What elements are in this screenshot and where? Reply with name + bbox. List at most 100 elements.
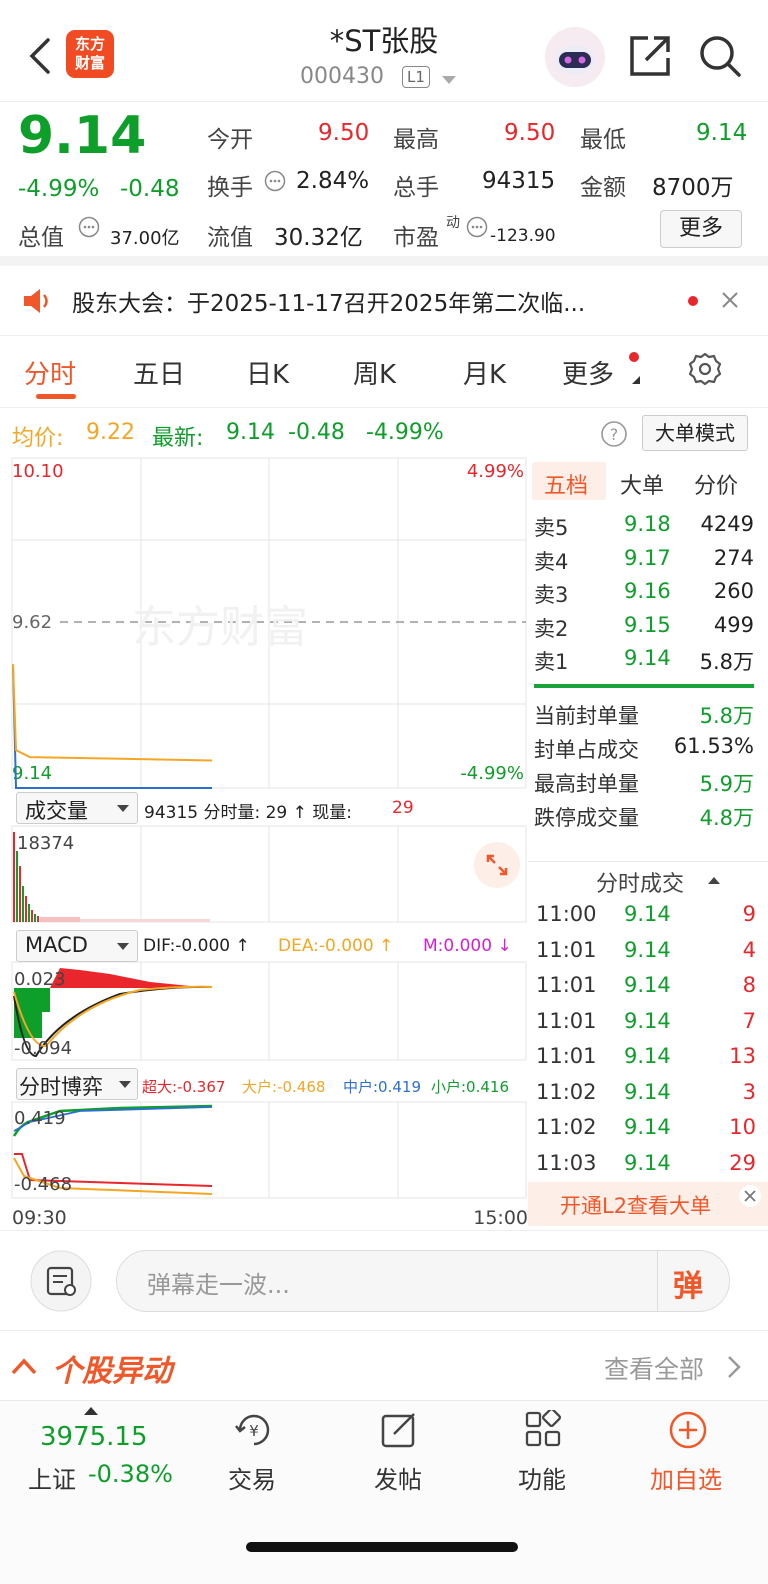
game-select[interactable]: 分时博弈 [16,1068,138,1100]
l2-text: 开通L2查看大单 [560,1194,712,1218]
tab-5day[interactable]: 五日 [133,354,185,391]
view-all-link[interactable]: 查看全部 [604,1350,704,1386]
tick-price: 9.14 [624,902,671,926]
index-pct[interactable]: -0.38% [88,1460,173,1488]
caret-down-icon [117,805,129,812]
nav-function[interactable]: 功能 [518,1460,566,1495]
notice-bar[interactable]: 股东大会：于2025-11-17召开2025年第二次临... [0,266,768,336]
change-pct: -4.99% [18,176,100,202]
ask-label: 卖1 [534,650,569,674]
amount-value: 8700万 [652,175,734,201]
stat-value: 4.8万 [699,806,754,830]
help-icon[interactable]: ? [600,420,628,448]
volume-value: 94315 [482,168,556,194]
tick-volume: 3 [742,1079,756,1104]
macd-select[interactable]: MACD [16,930,138,962]
share-icon[interactable] [628,34,672,78]
index-name[interactable]: 上证 [28,1460,76,1495]
small-value: 小户:0.416 [431,1078,509,1096]
volume-info: 94315 分时量: 29 ↑ 现量: [144,803,353,823]
tick-time: 11:01 [536,1044,597,1068]
avg-value: 9.22 [86,420,135,445]
tab-weekly-k[interactable]: 周K [353,354,396,391]
m-value: M:0.000 ↓ [423,936,512,956]
turnover-label: 换手 [207,175,253,201]
tab-monthly-k[interactable]: 月K [463,354,506,391]
mktcap-value: 37.00亿 [110,228,180,249]
expand-button[interactable] [474,842,520,888]
bottom-price-label: 9.14 [12,763,52,784]
post-edit-icon[interactable] [380,1410,420,1450]
intraday-chart[interactable]: 东方财富 10.10 4.99% 9.62 9.14 -4.99% 18374 … [0,456,530,1236]
caret-down-icon [119,1081,131,1088]
notice-text: 股东大会：于2025-11-17召开2025年第二次临... [72,291,586,317]
search-icon[interactable] [698,34,742,78]
danmaku-input[interactable]: 弹幕走一波... 弹 [116,1250,730,1312]
nav-post[interactable]: 发帖 [374,1460,422,1495]
ask-label: 卖5 [534,516,569,540]
info-dots-icon[interactable] [466,216,488,238]
tick-price: 9.14 [624,1008,671,1033]
unread-dot [629,352,639,362]
game-select-label: 分时博弈 [19,1075,103,1099]
tick-price: 9.14 [624,1150,671,1175]
tab-daily-k[interactable]: 日K [246,354,289,391]
ask-volume: 260 [713,579,754,603]
dif-value: DIF:-0.000 ↑ [143,936,250,956]
unread-dot [688,296,698,306]
info-dots-icon[interactable] [78,216,100,238]
level-badge[interactable]: L1 [402,66,430,88]
stat-value: 5.9万 [699,772,754,796]
tick-time: 11:03 [536,1150,597,1175]
macd-bottom-label: -0.094 [14,1038,72,1059]
more-button[interactable]: 更多 [660,210,742,248]
high-label: 最高 [393,127,439,153]
chart-tabs: 分时 五日 日K 周K 月K 更多 [0,336,768,408]
add-circle-icon[interactable] [668,1410,708,1450]
close-icon[interactable] [738,1184,762,1208]
divider [528,861,768,862]
mktcap-label: 总值 [18,225,64,251]
ask-volume: 499 [713,612,754,637]
danmaku-send-button[interactable]: 弹 [673,1261,703,1305]
caret-up-icon [84,1407,98,1415]
volume-select[interactable]: 成交量 [16,792,138,824]
top-price-label: 10.10 [12,461,64,482]
caret-up-icon[interactable] [708,876,720,884]
tick-price: 9.14 [624,1079,671,1104]
tab-more[interactable]: 更多 [562,354,614,391]
chevron-right-icon[interactable] [726,1354,742,1380]
chevron-up-icon[interactable] [10,1356,38,1376]
volume-now: 29 [392,798,414,818]
ask-price: 9.14 [624,646,671,670]
close-icon[interactable] [720,290,740,310]
tab-five-level[interactable]: 五档 [544,468,588,500]
avg-price-line [12,664,213,762]
trade-icon[interactable]: ¥ [232,1410,276,1450]
index-value[interactable]: 3975.15 [40,1422,148,1452]
ticks-title[interactable]: 分时成交 [596,866,684,898]
bottom-pct-label: -4.99% [460,763,524,784]
info-dots-icon[interactable] [264,170,286,192]
tab-price-dist[interactable]: 分价 [694,468,738,500]
nav-add-watchlist[interactable]: 加自选 [650,1460,722,1495]
nav-trade[interactable]: 交易 [228,1460,276,1495]
last-price: 9.14 [18,106,147,166]
tab-intraday[interactable]: 分时 [24,354,76,391]
danmaku-placeholder: 弹幕走一波... [147,1271,290,1299]
gear-icon[interactable] [688,352,722,386]
big-order-mode-button[interactable]: 大单模式 [642,415,748,451]
avg-label: 均价: [12,426,64,451]
open-label: 今开 [207,127,253,153]
quote-panel: 9.14 -4.99% -0.48 今开 9.50 最高 9.50 最低 9.1… [0,102,768,266]
ask-volume: 5.8万 [699,650,754,674]
pe-value: -123.90 [490,226,556,246]
danmaku-settings-icon[interactable] [30,1250,92,1312]
l2-banner[interactable]: 开通L2查看大单 [528,1182,768,1226]
watermark: 东方财富 [132,602,308,653]
caret-down-icon[interactable] [442,76,456,86]
function-grid-icon[interactable] [524,1410,564,1450]
tick-time: 11:01 [536,973,597,997]
robot-avatar-icon[interactable] [544,26,606,88]
tab-big-order[interactable]: 大单 [620,468,664,500]
